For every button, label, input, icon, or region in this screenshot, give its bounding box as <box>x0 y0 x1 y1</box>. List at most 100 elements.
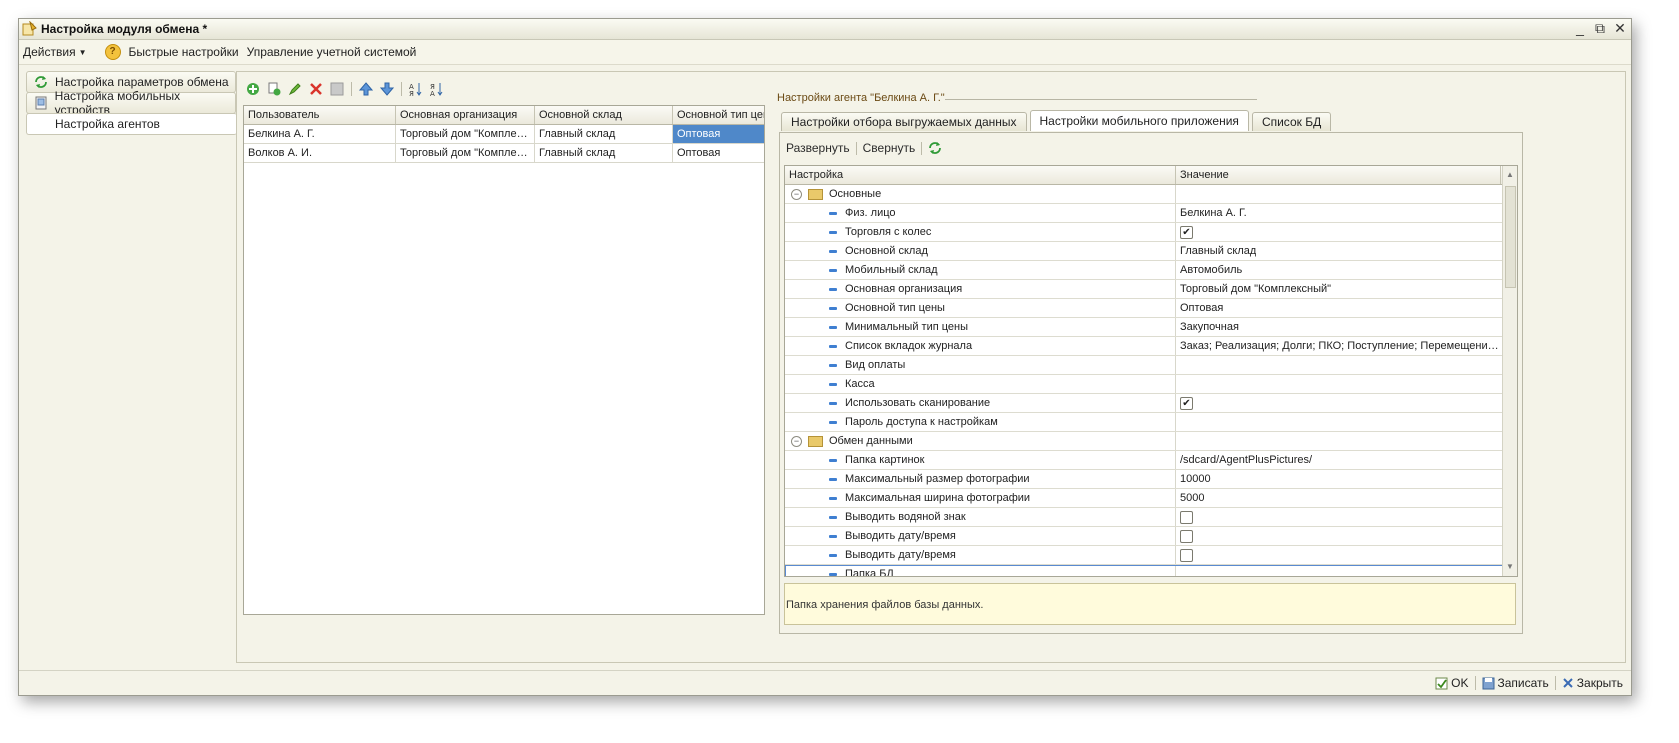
collapse-button[interactable]: Свернуть <box>863 141 916 155</box>
content-area: Настройка параметров обмена Настройка мо… <box>24 71 1626 663</box>
tree-item-row[interactable]: Список вкладок журнала Заказ; Реализация;… <box>785 337 1517 356</box>
checkbox-unchecked[interactable] <box>1180 510 1193 524</box>
collapse-toggle-icon[interactable]: − <box>791 188 802 200</box>
setting-name-cell: Папка БД <box>785 565 1176 576</box>
setting-value-cell[interactable] <box>1176 375 1501 393</box>
settings-table-header: Настройка Значение <box>785 166 1517 185</box>
delete-icon[interactable] <box>308 81 324 97</box>
tree-item-row[interactable]: Минимальный тип цены Закупочная <box>785 318 1517 337</box>
settings-tree-table[interactable]: Настройка Значение − Основные Физ. лицо Бел… <box>784 165 1518 577</box>
setting-value-cell[interactable] <box>1176 413 1501 431</box>
tree-group-row[interactable]: − Обмен данными <box>785 432 1517 451</box>
expand-button[interactable]: Развернуть <box>786 141 850 155</box>
setting-value-cell[interactable] <box>1176 565 1501 576</box>
tree-item-row[interactable]: Мобильный склад Автомобиль <box>785 261 1517 280</box>
hint-box: Папка хранения файлов базы данных. <box>784 583 1516 625</box>
tree-group-row[interactable]: − Основные <box>785 185 1517 204</box>
ok-button[interactable]: OK <box>1435 676 1469 690</box>
scroll-down-arrow-icon[interactable]: ▼ <box>1503 560 1517 574</box>
scroll-thumb[interactable] <box>1505 186 1516 288</box>
setting-value-cell[interactable]: /sdcard/AgentPlusPictures/ <box>1176 451 1501 469</box>
checkbox-unchecked[interactable] <box>1180 529 1193 543</box>
setting-value: Оптовая <box>1180 302 1224 314</box>
tab-db-list[interactable]: Список БД <box>1251 112 1332 131</box>
refresh-icon[interactable] <box>928 141 942 155</box>
column-header[interactable]: Основной склад <box>535 106 673 124</box>
setting-value-cell[interactable] <box>1176 527 1501 545</box>
edit-icon[interactable] <box>287 81 303 97</box>
checkbox-checked[interactable]: ✔ <box>1180 396 1193 410</box>
tree-item-row[interactable]: Папка БД <box>785 565 1517 576</box>
setting-value-cell[interactable]: Белкина А. Г. <box>1176 204 1501 222</box>
setting-value-cell[interactable]: Заказ; Реализация; Долги; ПКО; Поступлен… <box>1176 337 1501 355</box>
setting-value-cell[interactable]: ✔ <box>1176 394 1501 412</box>
save-disabled-icon[interactable] <box>329 81 345 97</box>
tree-item-row[interactable]: Вид оплаты <box>785 356 1517 375</box>
table-row[interactable]: Волков А. И. Торговый дом "Комплексный" … <box>244 144 764 163</box>
tree-item-row[interactable]: Основная организация Торговый дом "Компле… <box>785 280 1517 299</box>
close-window-button[interactable]: ✕ <box>1613 20 1627 37</box>
actions-menu[interactable]: Действия ▼ <box>23 45 87 59</box>
ok-icon <box>1435 677 1448 689</box>
setting-value-cell[interactable]: ✔ <box>1176 223 1501 241</box>
tree-item-row[interactable]: Физ. лицо Белкина А. Г. <box>785 204 1517 223</box>
setting-value-cell[interactable]: Автомобиль <box>1176 261 1501 279</box>
move-down-icon[interactable] <box>379 81 395 97</box>
table-cell: Главный склад <box>535 125 673 143</box>
checkbox-checked[interactable]: ✔ <box>1180 225 1193 239</box>
setting-value-cell[interactable]: Оптовая <box>1176 299 1501 317</box>
save-button[interactable]: Записать <box>1482 676 1549 690</box>
setting-value-cell[interactable] <box>1176 356 1501 374</box>
tree-item-row[interactable]: Касса <box>785 375 1517 394</box>
users-table[interactable]: Пользователь Основная организация Основн… <box>243 105 765 615</box>
tree-item-row[interactable]: Выводить дату/время <box>785 527 1517 546</box>
setting-value-cell[interactable] <box>1176 432 1501 450</box>
nav-item-mobile-devices[interactable]: Настройка мобильных устройств <box>26 89 236 117</box>
account-management-menu[interactable]: Управление учетной системой <box>247 45 417 59</box>
tree-item-row[interactable]: Пароль доступа к настройкам <box>785 413 1517 432</box>
setting-value: 5000 <box>1180 492 1205 504</box>
minimize-button[interactable]: _ <box>1573 20 1587 37</box>
setting-item-icon <box>829 534 837 538</box>
tree-item-row[interactable]: Основной тип цены Оптовая <box>785 299 1517 318</box>
setting-value-cell[interactable]: Главный склад <box>1176 242 1501 260</box>
column-header[interactable]: Основная организация <box>396 106 535 124</box>
tree-item-row[interactable]: Использовать сканирование ✔ <box>785 394 1517 413</box>
column-header-setting[interactable]: Настройка <box>785 166 1176 184</box>
tab-export-filter[interactable]: Настройки отбора выгружаемых данных <box>781 112 1027 131</box>
nav-item-agents[interactable]: Настройка агентов <box>26 113 237 135</box>
tree-item-row[interactable]: Максимальная ширина фотографии 5000 <box>785 489 1517 508</box>
checkbox-unchecked[interactable] <box>1180 548 1193 562</box>
table-row[interactable]: Белкина А. Г. Торговый дом "Комплексный"… <box>244 125 764 144</box>
sort-descending-icon[interactable]: ЯA <box>429 81 445 97</box>
tab-mobile-app-settings[interactable]: Настройки мобильного приложения <box>1029 110 1249 131</box>
help-icon[interactable]: ? <box>104 44 121 60</box>
agents-panel: AЯ ЯA Пользователь Основная организация … <box>236 71 1626 663</box>
setting-value-cell[interactable] <box>1176 185 1501 203</box>
setting-value-cell[interactable] <box>1176 546 1501 564</box>
move-up-icon[interactable] <box>358 81 374 97</box>
tree-item-row[interactable]: Выводить дату/время <box>785 546 1517 565</box>
tree-item-row[interactable]: Максимальный размер фотографии 10000 <box>785 470 1517 489</box>
setting-value-cell[interactable] <box>1176 508 1501 526</box>
setting-value-cell[interactable]: 10000 <box>1176 470 1501 488</box>
tree-item-row[interactable]: Выводить водяной знак <box>785 508 1517 527</box>
tree-item-row[interactable]: Основной склад Главный склад <box>785 242 1517 261</box>
column-header-value[interactable]: Значение <box>1176 166 1501 184</box>
collapse-toggle-icon[interactable]: − <box>791 435 802 447</box>
setting-value-cell[interactable]: Закупочная <box>1176 318 1501 336</box>
column-header[interactable]: Пользователь <box>244 106 396 124</box>
vertical-scrollbar[interactable]: ▲ ▼ <box>1502 166 1517 576</box>
restore-button[interactable]: ⧉ <box>1593 20 1607 37</box>
setting-value-cell[interactable]: 5000 <box>1176 489 1501 507</box>
setting-value-cell[interactable]: Торговый дом "Комплексный" <box>1176 280 1501 298</box>
sort-ascending-icon[interactable]: AЯ <box>408 81 424 97</box>
quick-settings-menu[interactable]: Быстрые настройки <box>129 45 239 59</box>
column-header[interactable]: Основной тип цены <box>673 106 764 124</box>
copy-icon[interactable] <box>266 81 282 97</box>
tree-item-row[interactable]: Торговля с колес ✔ <box>785 223 1517 242</box>
close-button[interactable]: Закрыть <box>1562 676 1623 690</box>
tree-item-row[interactable]: Папка картинок/sdcard/AgentPlusPictures/ <box>785 451 1517 470</box>
scroll-up-arrow-icon[interactable]: ▲ <box>1503 168 1517 182</box>
add-icon[interactable] <box>245 81 261 97</box>
